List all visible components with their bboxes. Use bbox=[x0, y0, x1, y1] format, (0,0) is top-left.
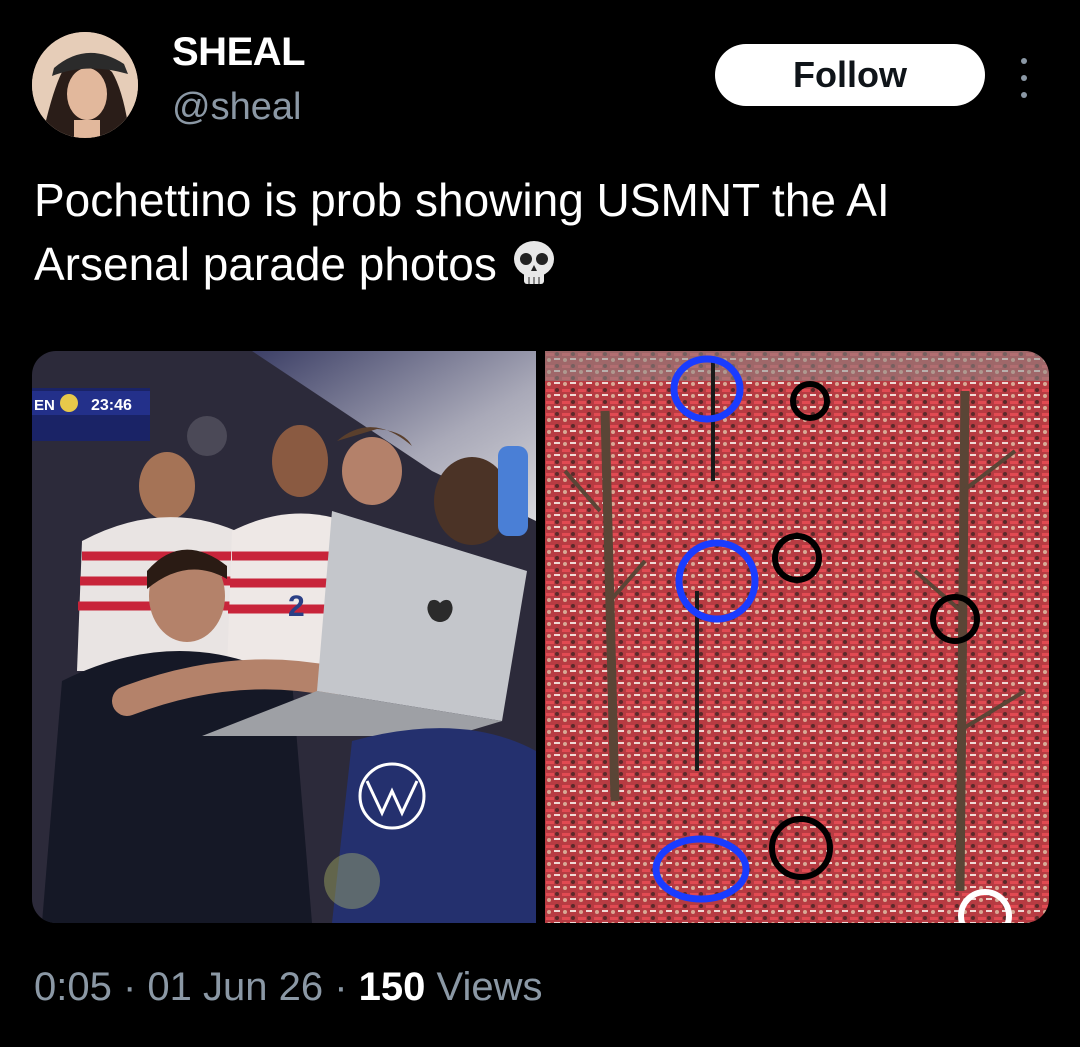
parade-crowd-image bbox=[545, 351, 1049, 923]
views-label: Views bbox=[425, 965, 543, 1009]
tweet-metadata: 0:05 · 01 Jun 26 · 150 Views bbox=[34, 965, 543, 1009]
user-handle[interactable]: @sheal bbox=[172, 86, 301, 129]
team-laptop-image: 2 EN 23:46 bbox=[32, 351, 536, 923]
scoreboard-team: EN bbox=[34, 397, 55, 414]
jersey-number: 2 bbox=[288, 590, 305, 623]
avatar[interactable] bbox=[32, 32, 138, 138]
follow-button[interactable]: Follow bbox=[715, 44, 985, 106]
tweet-media[interactable]: 2 EN 23:46 bbox=[32, 351, 1049, 923]
team-laptop-photo[interactable]: 2 EN 23:46 bbox=[32, 351, 536, 923]
parade-crowd-photo[interactable] bbox=[545, 351, 1049, 923]
tweet-body: Pochettino is prob showing USMNT the AI … bbox=[34, 174, 890, 290]
more-options-icon[interactable] bbox=[1014, 58, 1034, 98]
tweet-text: Pochettino is prob showing USMNT the AI … bbox=[34, 168, 1044, 304]
display-name[interactable]: SHEAL bbox=[172, 30, 306, 75]
scoreboard-time: 23:46 bbox=[91, 397, 132, 414]
tweet-date: 01 Jun 26 bbox=[147, 965, 324, 1009]
avatar-image bbox=[32, 32, 138, 138]
tweet-time: 0:05 bbox=[34, 965, 112, 1009]
skull-icon bbox=[509, 238, 559, 304]
views-count[interactable]: 150 bbox=[359, 965, 426, 1009]
